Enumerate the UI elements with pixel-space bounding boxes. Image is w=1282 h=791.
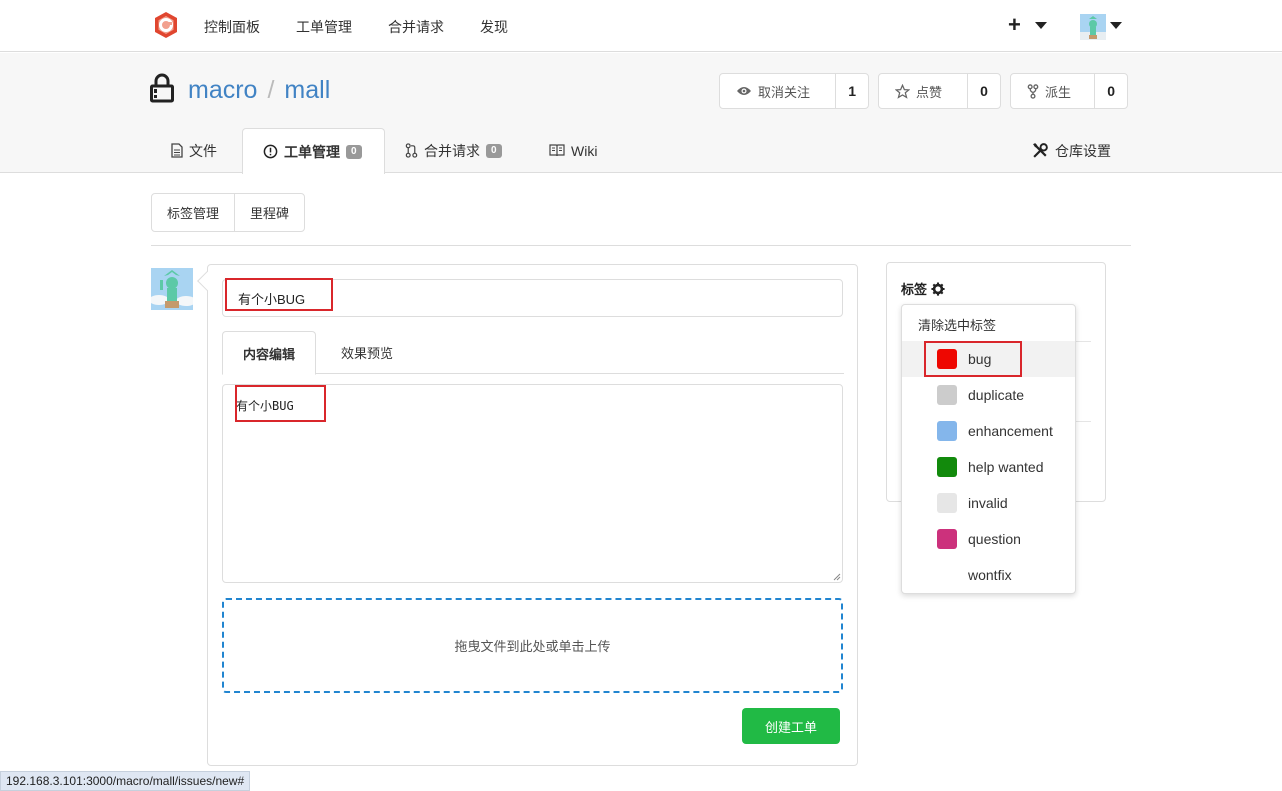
clear-labels-item[interactable]: 清除选中标签 <box>918 315 996 334</box>
tab-issues-label: 工单管理 <box>284 143 340 160</box>
eye-icon <box>737 87 751 95</box>
gitea-logo-icon[interactable] <box>152 11 180 39</box>
fork-icon <box>1027 83 1039 99</box>
star-icon <box>895 83 910 99</box>
issue-subnav: 标签管理 里程碑 <box>151 193 306 232</box>
user-avatar[interactable] <box>1080 14 1106 40</box>
nav-pulls[interactable]: 合并请求 <box>388 17 444 37</box>
star-button-group: 点赞 0 <box>878 73 1001 109</box>
tab-issues[interactable]: 工单管理 0 <box>242 128 385 174</box>
star-label: 点赞 <box>916 84 943 100</box>
star-count[interactable]: 0 <box>968 74 1000 108</box>
tab-pulls[interactable]: 合并请求 0 <box>405 128 502 173</box>
label-name: wontfix <box>968 567 1012 583</box>
watch-button-group: 取消关注 1 <box>719 73 869 109</box>
chevron-down-icon[interactable] <box>1110 22 1122 29</box>
repo-owner-link[interactable]: macro <box>188 76 257 104</box>
file-dropzone[interactable]: 拖曳文件到此处或单击上传 <box>222 598 843 693</box>
tab-files[interactable]: 文件 <box>171 128 217 173</box>
repo-title-separator: / <box>267 76 275 104</box>
issues-count-badge: 0 <box>346 144 362 159</box>
nav-issues[interactable]: 工单管理 <box>296 17 352 37</box>
label-name: duplicate <box>968 387 1025 403</box>
label-color-swatch <box>937 385 957 405</box>
label-color-swatch <box>937 493 957 513</box>
label-name: enhancement <box>968 423 1053 439</box>
fork-button[interactable]: 派生 <box>1011 74 1096 108</box>
issue-opened-icon <box>263 144 278 159</box>
tab-pulls-label: 合并请求 <box>424 142 480 159</box>
create-issue-button[interactable]: 创建工单 <box>742 708 840 744</box>
book-icon <box>549 144 565 157</box>
label-option[interactable]: duplicate <box>902 377 1075 413</box>
label-option[interactable]: help wanted <box>902 449 1075 485</box>
star-button[interactable]: 点赞 <box>879 74 968 108</box>
divider <box>151 245 1131 246</box>
label-option[interactable]: invalid <box>902 485 1075 521</box>
repo-title: macro / mall <box>188 76 330 105</box>
resize-grip-icon[interactable] <box>832 572 841 581</box>
repo-name-link[interactable]: mall <box>284 76 330 104</box>
label-name: question <box>968 531 1021 547</box>
label-option[interactable]: question <box>902 521 1075 557</box>
tab-settings[interactable]: 仓库设置 <box>1032 128 1111 173</box>
create-new-plus-icon[interactable]: + <box>1008 12 1021 38</box>
chevron-down-icon[interactable] <box>1035 22 1047 29</box>
lock-icon <box>150 73 174 103</box>
file-text-icon <box>171 143 183 158</box>
watch-count[interactable]: 1 <box>836 74 868 108</box>
browser-status-url: 192.168.3.101:3000/macro/mall/issues/new… <box>0 771 251 791</box>
fork-button-group: 派生 0 <box>1010 73 1128 109</box>
tab-write[interactable]: 内容编辑 <box>222 331 317 375</box>
unwatch-label: 取消关注 <box>758 84 811 100</box>
editor-tabs: 内容编辑 效果预览 <box>222 331 844 375</box>
label-name: invalid <box>968 495 1008 511</box>
fork-label: 派生 <box>1045 84 1072 100</box>
labels-button[interactable]: 标签管理 <box>152 194 234 231</box>
top-navbar: 控制面板 工单管理 合并请求 发现 + <box>0 0 1282 52</box>
tab-files-label: 文件 <box>189 142 217 159</box>
label-color-swatch <box>937 565 957 585</box>
tab-wiki-label: Wiki <box>571 142 598 159</box>
labels-selector[interactable]: 标签 <box>901 279 945 298</box>
label-option[interactable]: enhancement <box>902 413 1075 449</box>
author-avatar <box>151 268 193 310</box>
label-color-swatch <box>937 457 957 477</box>
highlight-box <box>924 341 1022 377</box>
highlight-box <box>235 385 326 422</box>
tools-icon <box>1033 143 1048 158</box>
unwatch-button[interactable]: 取消关注 <box>720 74 837 108</box>
git-pull-request-icon <box>405 143 418 158</box>
label-color-swatch <box>937 421 957 441</box>
nav-explore[interactable]: 发现 <box>480 17 508 37</box>
highlight-box <box>225 278 333 311</box>
fork-count[interactable]: 0 <box>1095 74 1127 108</box>
label-option[interactable]: wontfix <box>902 557 1075 593</box>
labels-header: 标签 <box>901 282 928 297</box>
tab-preview[interactable]: 效果预览 <box>321 331 413 374</box>
tab-wiki[interactable]: Wiki <box>549 128 597 173</box>
label-color-swatch <box>937 529 957 549</box>
nav-dashboard[interactable]: 控制面板 <box>204 17 260 37</box>
pulls-count-badge: 0 <box>486 143 502 158</box>
milestones-button[interactable]: 里程碑 <box>234 194 304 231</box>
label-name: help wanted <box>968 459 1044 475</box>
gear-icon <box>931 281 945 296</box>
tab-settings-label: 仓库设置 <box>1055 142 1111 159</box>
